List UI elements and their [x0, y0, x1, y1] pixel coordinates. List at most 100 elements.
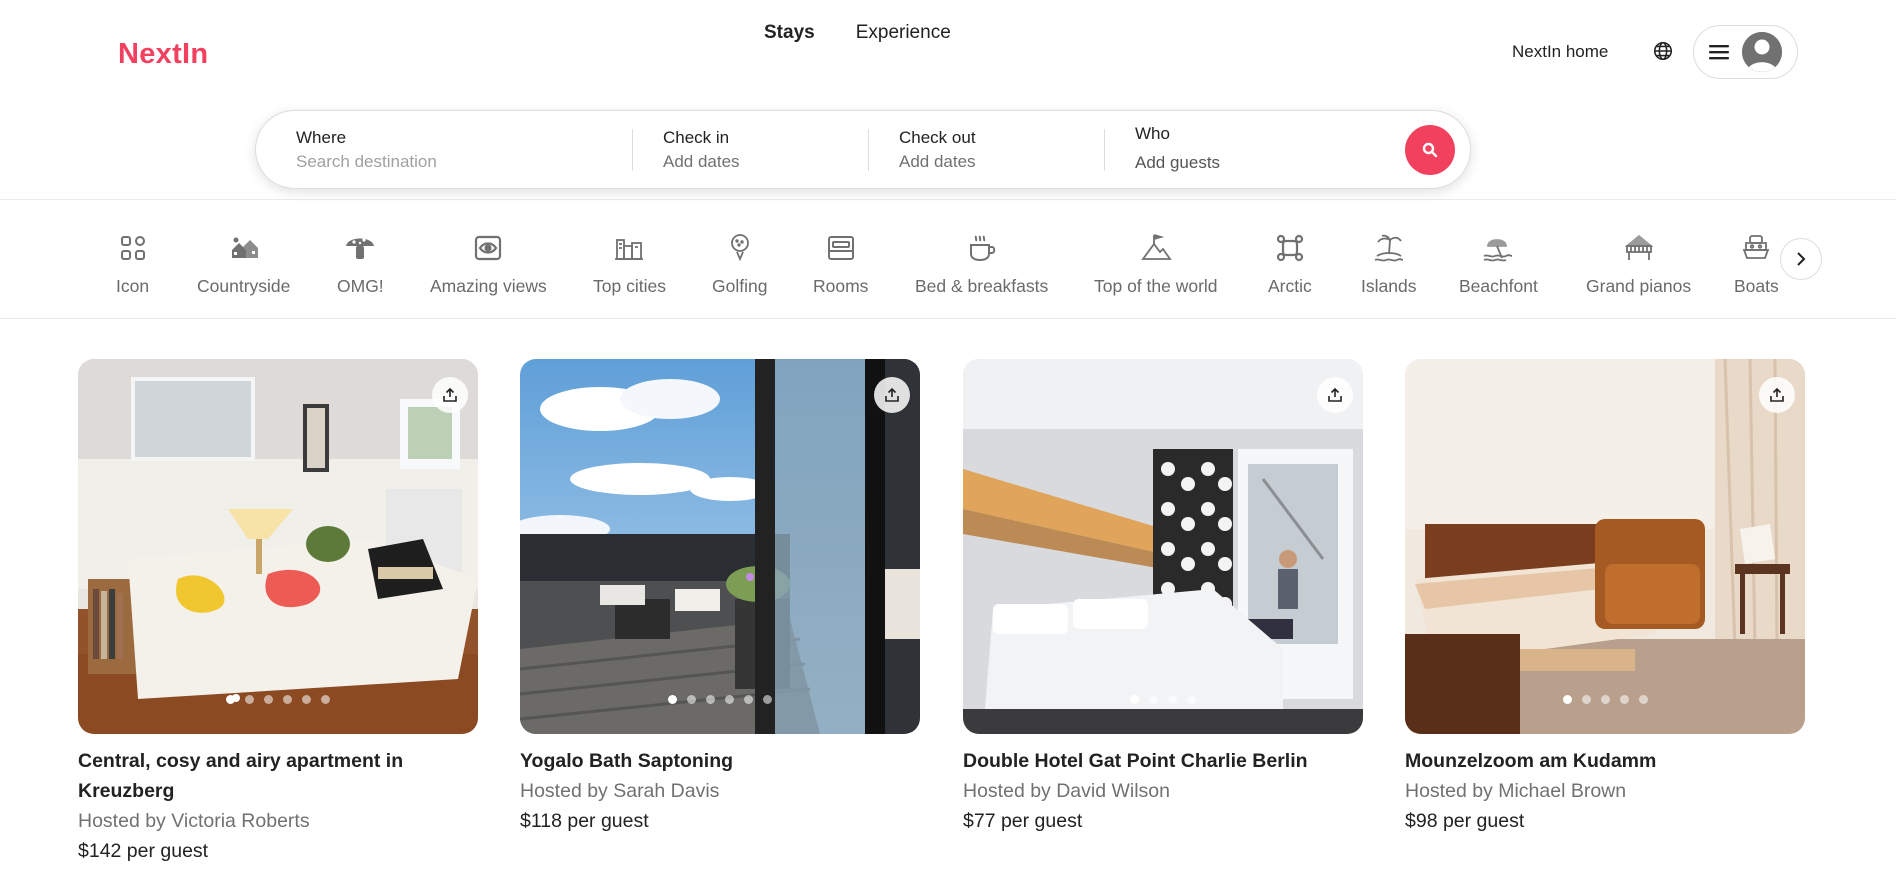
- category-countryside[interactable]: Countryside: [197, 232, 290, 297]
- category-label: Islands: [1361, 276, 1417, 296]
- logo[interactable]: NextIn: [118, 38, 208, 71]
- check-out-value: Add dates: [899, 152, 976, 171]
- pagination-dot[interactable]: [264, 695, 273, 704]
- pagination-dot[interactable]: [744, 695, 753, 704]
- listing-photo[interactable]: [520, 359, 920, 734]
- listing-photo[interactable]: [78, 359, 478, 734]
- listing-price: $77 per guest: [963, 810, 1083, 832]
- pagination-dot[interactable]: [1187, 695, 1196, 704]
- pagination-dot[interactable]: [1168, 695, 1177, 704]
- listing-host: Hosted by Sarah Davis: [520, 780, 720, 802]
- category-omg[interactable]: OMG!: [337, 232, 384, 297]
- check-out-field[interactable]: Check out Add dates: [899, 111, 1099, 188]
- check-in-field[interactable]: Check in Add dates: [663, 111, 863, 188]
- listing-card[interactable]: Central, cosy and airy apartment in Kreu…: [78, 359, 478, 866]
- category-label: OMG!: [337, 276, 384, 296]
- share-button[interactable]: [1759, 377, 1795, 413]
- pagination-dot[interactable]: [226, 695, 235, 704]
- listing-title: Double Hotel Gat Point Charlie Berlin: [963, 750, 1308, 772]
- category-golfing[interactable]: Golfing: [712, 232, 767, 297]
- pagination-dot[interactable]: [321, 695, 330, 704]
- chevron-right-icon: [1797, 252, 1806, 266]
- category-beachfont[interactable]: Beachfont: [1459, 232, 1538, 297]
- listing-photo[interactable]: [963, 359, 1363, 734]
- pagination-dot[interactable]: [283, 695, 292, 704]
- grid-icon: [120, 236, 145, 260]
- listing-card[interactable]: Mounzelzoom am Kudamm Hosted by Michael …: [1405, 359, 1805, 836]
- pagination-dot[interactable]: [763, 695, 772, 704]
- pagination-dot[interactable]: [687, 695, 696, 704]
- who-field[interactable]: Who Add guests: [1135, 111, 1385, 188]
- pagination-dot[interactable]: [1638, 695, 1648, 704]
- pagination-dot[interactable]: [1562, 695, 1572, 704]
- category-islands[interactable]: Islands: [1361, 232, 1416, 297]
- host-home-link[interactable]: NextIn home: [1512, 42, 1608, 62]
- tab-experience[interactable]: Experience: [856, 22, 951, 44]
- category-label: Golfing: [712, 276, 768, 296]
- divider: [1104, 129, 1105, 171]
- listing-price: $142 per guest: [78, 840, 209, 862]
- stay-type-tabs: Stays Experience: [764, 22, 951, 44]
- profile-menu-button[interactable]: [1693, 25, 1798, 79]
- divider: [632, 129, 633, 171]
- category-boats[interactable]: Boats: [1734, 232, 1779, 297]
- pagination-dot[interactable]: [302, 695, 311, 704]
- city-icon: [615, 239, 644, 260]
- category-label: Top of the world: [1094, 276, 1218, 296]
- category-top-of-the-world[interactable]: Top of the world: [1094, 232, 1218, 297]
- listing-card[interactable]: Yogalo Bath Saptoning Hosted by Sarah Da…: [520, 359, 920, 836]
- category-amazing-views[interactable]: Amazing views: [430, 232, 547, 297]
- pagination-dot[interactable]: [1149, 695, 1158, 704]
- category-grand-pianos[interactable]: Grand pianos: [1586, 232, 1691, 297]
- pagination-dot[interactable]: [245, 695, 254, 704]
- listing-price: $98 per guest: [1405, 810, 1525, 832]
- pagination-dot[interactable]: [1619, 695, 1629, 704]
- photo-pagination: [78, 695, 478, 704]
- coffee-cup-icon: [969, 235, 995, 262]
- share-icon: [1770, 387, 1784, 402]
- listing-title: Central, cosy and airy apartment in Kreu…: [78, 750, 404, 802]
- tab-stays[interactable]: Stays: [764, 22, 815, 44]
- beach-icon: [1484, 239, 1513, 262]
- categories-next-button[interactable]: [1780, 238, 1822, 280]
- category-icon[interactable]: Icon: [116, 232, 149, 297]
- check-out-label: Check out: [899, 128, 976, 147]
- listing-host: Hosted by Michael Brown: [1405, 780, 1627, 802]
- pagination-dot[interactable]: [1130, 695, 1139, 704]
- search-button[interactable]: [1405, 125, 1455, 175]
- category-label: Boats: [1734, 276, 1779, 296]
- category-top-cities[interactable]: Top cities: [593, 232, 666, 297]
- pagination-dot[interactable]: [725, 695, 734, 704]
- category-rooms[interactable]: Rooms: [813, 232, 868, 297]
- globe-icon[interactable]: [1652, 40, 1674, 62]
- pagination-dot[interactable]: [1600, 695, 1610, 704]
- listing-card[interactable]: Double Hotel Gat Point Charlie Berlin Ho…: [963, 359, 1363, 836]
- share-button[interactable]: [432, 377, 468, 413]
- share-icon: [1328, 387, 1342, 402]
- pagination-dot[interactable]: [706, 695, 715, 704]
- share-icon: [443, 387, 457, 402]
- category-arctic[interactable]: Arctic: [1268, 232, 1312, 297]
- island-icon: [1374, 234, 1403, 262]
- search-icon: [1422, 142, 1438, 158]
- category-label: Top cities: [593, 276, 666, 296]
- share-button[interactable]: [874, 377, 910, 413]
- boat-icon: [1743, 235, 1770, 259]
- check-in-value: Add dates: [663, 152, 740, 171]
- category-label: Rooms: [813, 276, 869, 296]
- share-button[interactable]: [1317, 377, 1353, 413]
- share-icon: [885, 387, 899, 402]
- category-bed-breakfasts[interactable]: Bed & breakfasts: [915, 232, 1048, 297]
- who-value: Add guests: [1135, 153, 1221, 172]
- listing-photo[interactable]: [1405, 359, 1805, 734]
- photo-pagination: [963, 695, 1363, 704]
- piano-icon: [1624, 234, 1654, 260]
- mountain-flag-icon: [1140, 234, 1172, 260]
- pagination-dot[interactable]: [1581, 695, 1591, 704]
- category-label: Grand pianos: [1586, 276, 1692, 296]
- pagination-dot[interactable]: [668, 695, 677, 704]
- listing-price: $118 per guest: [520, 810, 649, 832]
- listing-host: Hosted by David Wilson: [963, 780, 1170, 802]
- category-label: Beachfont: [1459, 276, 1538, 296]
- where-field[interactable]: Where Search destination: [296, 111, 616, 188]
